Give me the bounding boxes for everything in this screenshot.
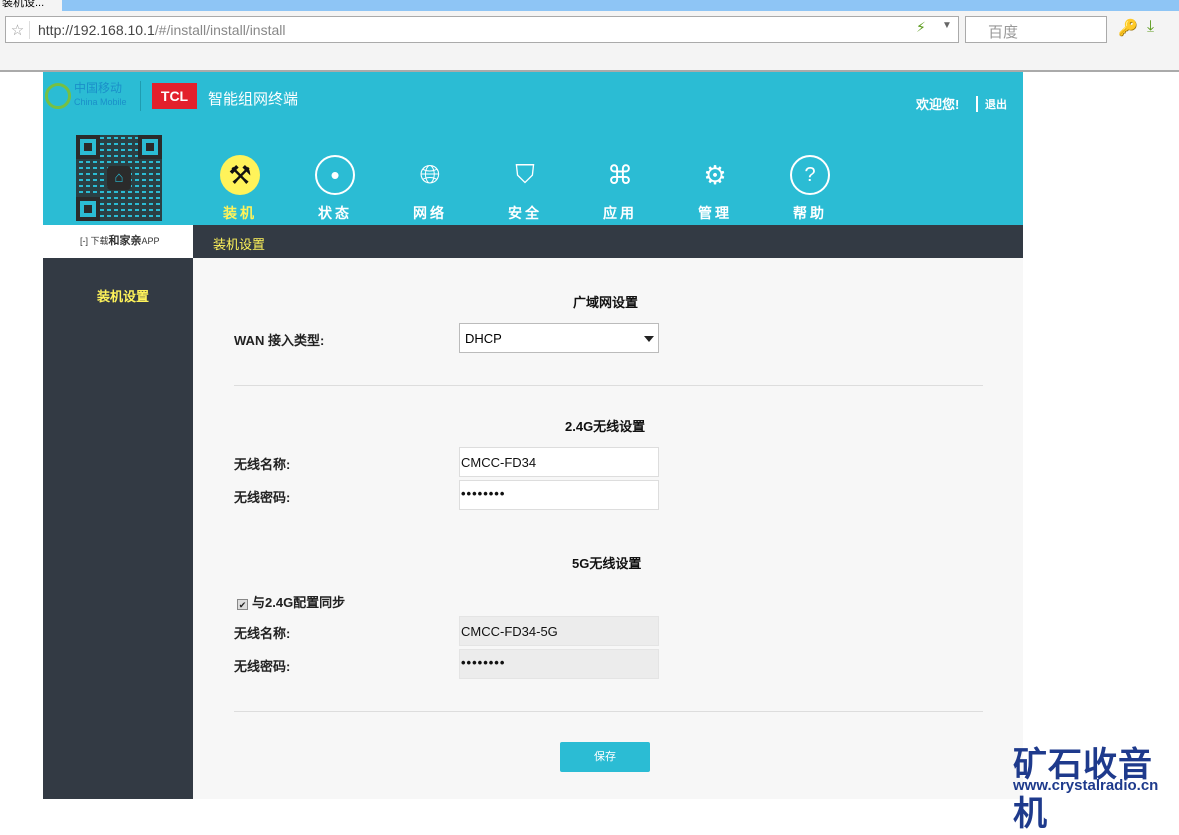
logout-link[interactable]: 退出 <box>976 96 1007 112</box>
wifi24-ssid-label: 无线名称: <box>234 457 291 472</box>
target-icon: • <box>315 155 355 195</box>
wifi5-password-label: 无线密码: <box>234 659 291 674</box>
home-app-icon: ⌂ <box>107 166 131 190</box>
plug-icon[interactable]: ⚡ <box>916 19 926 36</box>
wan-type-label: WAN 接入类型: <box>234 333 325 348</box>
nav-help[interactable]: ? 帮助 <box>770 155 850 223</box>
qr-finder <box>76 197 100 221</box>
shield-icon: ⛉ <box>515 159 535 189</box>
address-bar[interactable]: ☆ http://192.168.10.1/#/install/install/… <box>5 16 959 43</box>
wifi24-ssid-input[interactable]: CMCC-FD34 <box>459 447 659 477</box>
divider <box>234 385 983 386</box>
qr-finder <box>138 135 162 159</box>
wifi5-password-input: •••••••• <box>459 649 659 679</box>
divider <box>234 711 983 712</box>
sync-checkbox-row[interactable]: ✔ 与2.4G配置同步 <box>237 592 345 611</box>
tab-title: 装机设... <box>2 0 45 9</box>
nav-network[interactable]: 🌐︎ 网络 <box>390 155 470 223</box>
subnav-item-install-settings[interactable]: 装机设置 <box>213 234 265 253</box>
wifi5-ssid-input: CMCC-FD34-5G <box>459 616 659 646</box>
wan-section-title: 广域网设置 <box>573 295 639 310</box>
nav-security[interactable]: ⛉ 安全 <box>485 155 565 223</box>
wifi24-password-input[interactable]: •••••••• <box>459 480 659 510</box>
subnav-bar: 装机设置 <box>193 225 1023 258</box>
qr-finder <box>76 135 100 159</box>
watermark-url: www.crystalradio.cn <box>1013 777 1159 794</box>
chevron-down-icon <box>644 336 654 347</box>
search-engine: 百度 <box>988 24 1019 41</box>
nav-status[interactable]: • 状态 <box>295 155 375 223</box>
gear-icon: ⚙ <box>703 159 727 190</box>
search-box[interactable]: 百度 <box>965 16 1107 43</box>
sidebar-item-install-settings[interactable]: 装机设置 <box>97 286 149 305</box>
qr-label: [-] 下载和家亲APP <box>80 235 160 247</box>
logo-divider <box>140 81 141 111</box>
nav-install[interactable]: ⚒ 装机 <box>200 155 280 223</box>
tools-icon: ⚒ <box>220 155 260 195</box>
china-mobile-logo: 中国移动 China Mobile <box>45 82 127 109</box>
wan-type-select[interactable]: DHCP <box>459 323 659 353</box>
tcl-logo: TCL <box>152 83 197 109</box>
sidebar: 装机设置 <box>43 258 193 799</box>
save-button[interactable]: 保存 <box>560 742 650 772</box>
key-icon[interactable]: 🔑 <box>1118 18 1138 38</box>
wifi24-section-title: 2.4G无线设置 <box>565 419 646 434</box>
wifi5-section-title: 5G无线设置 <box>572 556 642 571</box>
download-search-icon[interactable]: ⤓ <box>1147 18 1154 36</box>
product-name: 智能组网终端 <box>208 91 299 108</box>
nav-manage[interactable]: ⚙ 管理 <box>675 155 755 223</box>
browser-tab[interactable]: 装机设... <box>0 0 62 11</box>
apps-icon: ⌘ <box>607 159 633 190</box>
sync-checkbox[interactable]: ✔ <box>237 599 248 610</box>
browser-tab-strip <box>0 0 1179 11</box>
url-text: http://192.168.10.1/#/install/install/in… <box>38 21 286 38</box>
globe-icon: 🌐︎ <box>419 159 441 189</box>
wifi24-password-label: 无线密码: <box>234 490 291 505</box>
help-icon: ? <box>790 155 830 195</box>
scan-icon: [-] <box>80 236 88 246</box>
chevron-down-icon[interactable]: ▼ <box>942 20 952 31</box>
nav-apps[interactable]: ⌘ 应用 <box>580 155 660 223</box>
wifi5-ssid-label: 无线名称: <box>234 626 291 641</box>
welcome-text: 欢迎您! <box>916 97 960 112</box>
sync-label: 与2.4G配置同步 <box>252 595 346 610</box>
bookmark-star-icon[interactable]: ☆ <box>6 20 30 39</box>
